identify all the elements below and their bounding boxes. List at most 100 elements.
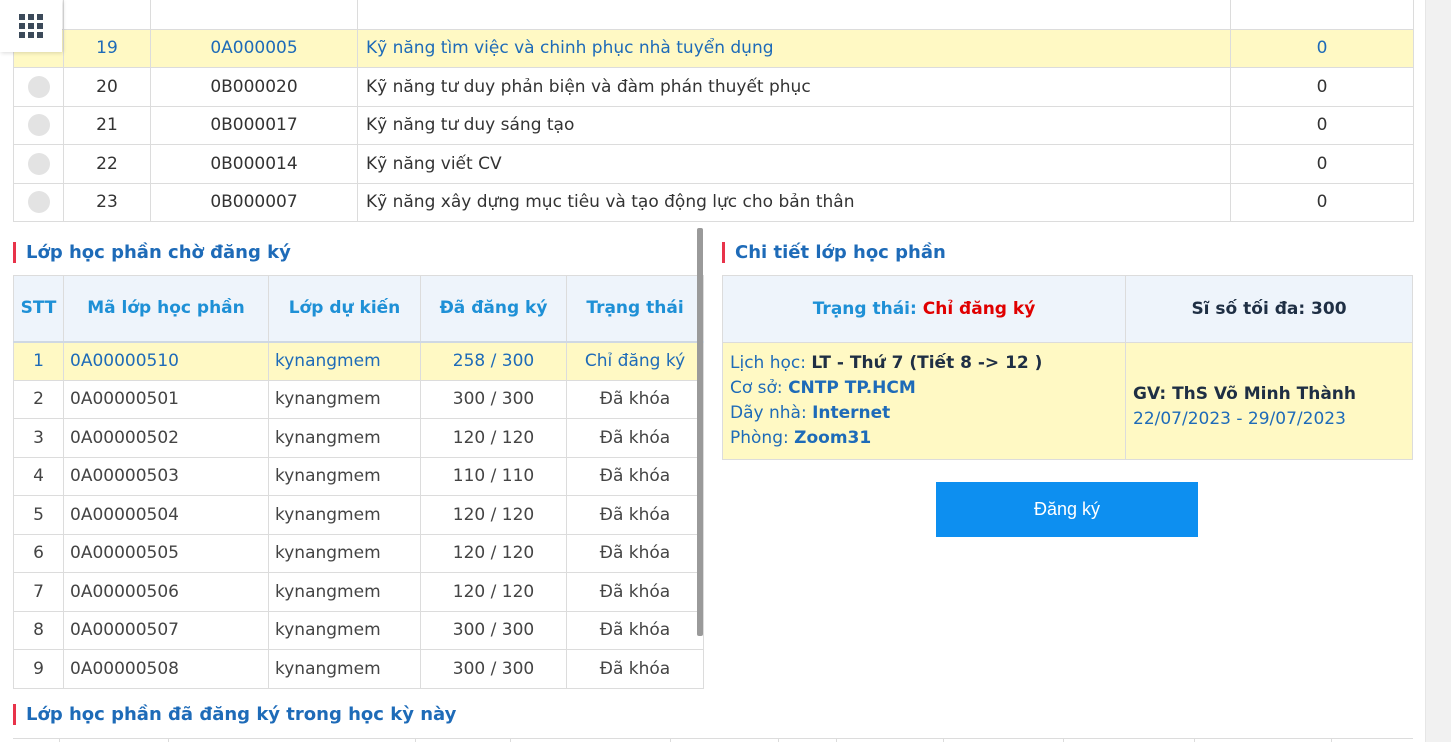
room-label: Phòng: bbox=[730, 428, 789, 448]
class-code: 0A00000507 bbox=[63, 610, 269, 650]
class-status: Đã khóa bbox=[566, 572, 704, 612]
class-expected: kynangmem bbox=[268, 495, 421, 535]
class-registered: 120 / 120 bbox=[420, 533, 567, 573]
subject-row[interactable]: 20 0B000020 Kỹ năng tư duy phản biện và đà… bbox=[13, 67, 1414, 107]
subject-row[interactable]: 22 0B000014 Kỹ năng viết CV 0 bbox=[13, 144, 1414, 184]
subject-row[interactable]: 19 0A000005 Kỹ năng tìm việc và chinh phục… bbox=[13, 28, 1414, 68]
class-stt: 6 bbox=[13, 533, 64, 573]
class-stt: 4 bbox=[13, 456, 64, 496]
radio-icon[interactable] bbox=[27, 114, 50, 137]
detail-status-label: Trạng thái: bbox=[812, 299, 917, 319]
class-code: 0A00000510 bbox=[63, 341, 269, 381]
class-stt: 2 bbox=[13, 379, 64, 419]
detail-status-value: Chỉ đăng ký bbox=[922, 299, 1036, 319]
campus-value: CNTP TP.HCM bbox=[788, 378, 916, 398]
subject-radio[interactable] bbox=[13, 105, 64, 145]
radio-icon[interactable] bbox=[27, 191, 50, 214]
subject-code: 0B000020 bbox=[150, 67, 358, 107]
class-detail-title: Chi tiết lớp học phần bbox=[722, 242, 946, 263]
class-status: Đã khóa bbox=[566, 456, 704, 496]
detail-info: Lịch học: LT - Thứ 7 (Tiết 8 -> 12 ) Cơ … bbox=[722, 342, 1126, 460]
subject-count: 0 bbox=[1230, 105, 1414, 145]
building-label: Dãy nhà: bbox=[730, 403, 807, 423]
class-stt: 9 bbox=[13, 649, 64, 689]
header-class-code: Mã lớp học phần bbox=[63, 275, 269, 343]
class-row[interactable]: 5 0A00000504 kynangmem 120 / 120 Đã khóa bbox=[13, 495, 704, 535]
registered-classes-title: Lớp học phần đã đăng ký trong học kỳ này bbox=[13, 704, 456, 725]
schedule-label: Lịch học: bbox=[730, 353, 806, 373]
subject-radio[interactable] bbox=[13, 67, 64, 107]
class-stt: 1 bbox=[13, 341, 64, 381]
subject-count: 0 bbox=[1230, 144, 1414, 184]
detail-status: Trạng thái: Chỉ đăng ký bbox=[722, 275, 1126, 343]
header-status: Trạng thái bbox=[566, 275, 704, 343]
class-row[interactable]: 2 0A00000501 kynangmem 300 / 300 Đã khóa bbox=[13, 379, 704, 419]
class-registered: 120 / 120 bbox=[420, 495, 567, 535]
registered-table-top-edge bbox=[13, 738, 1413, 742]
subject-name: Kỹ năng tìm việc và chinh phục nhà tuyển… bbox=[357, 28, 1231, 68]
class-stt: 5 bbox=[13, 495, 64, 535]
class-row[interactable]: 3 0A00000502 kynangmem 120 / 120 Đã khóa bbox=[13, 418, 704, 458]
detail-max-size: Sĩ số tối đa: 300 bbox=[1125, 275, 1413, 343]
class-stt: 7 bbox=[13, 572, 64, 612]
header-registered: Đã đăng ký bbox=[420, 275, 567, 343]
class-status: Đã khóa bbox=[566, 495, 704, 535]
class-row[interactable]: 1 0A00000510 kynangmem 258 / 300 Chỉ đăng ký bbox=[13, 341, 704, 381]
class-code: 0A00000504 bbox=[63, 495, 269, 535]
class-expected: kynangmem bbox=[268, 572, 421, 612]
class-expected: kynangmem bbox=[268, 379, 421, 419]
class-status: Đã khóa bbox=[566, 533, 704, 573]
class-code: 0A00000502 bbox=[63, 418, 269, 458]
class-code: 0A00000503 bbox=[63, 456, 269, 496]
class-code: 0A00000501 bbox=[63, 379, 269, 419]
class-registered: 258 / 300 bbox=[420, 341, 567, 381]
class-table-scrollbar[interactable] bbox=[697, 228, 703, 636]
class-status: Đã khóa bbox=[566, 379, 704, 419]
subject-row-partial bbox=[13, 0, 1414, 30]
subject-num: 21 bbox=[63, 105, 151, 145]
subject-row[interactable]: 21 0B000017 Kỹ năng tư duy sáng tạo 0 bbox=[13, 105, 1414, 145]
class-registered: 120 / 120 bbox=[420, 418, 567, 458]
subject-num: 20 bbox=[63, 67, 151, 107]
radio-icon[interactable] bbox=[27, 75, 50, 98]
class-row[interactable]: 7 0A00000506 kynangmem 120 / 120 Đã khóa bbox=[13, 572, 704, 612]
header-expected-class: Lớp dự kiến bbox=[268, 275, 421, 343]
register-button[interactable]: Đăng ký bbox=[936, 482, 1198, 537]
teacher-name: GV: ThS Võ Minh Thành bbox=[1133, 384, 1356, 404]
class-row[interactable]: 9 0A00000508 kynangmem 300 / 300 Đã khóa bbox=[13, 649, 704, 689]
class-status: Đã khóa bbox=[566, 649, 704, 689]
class-code: 0A00000505 bbox=[63, 533, 269, 573]
class-status: Đã khóa bbox=[566, 418, 704, 458]
class-code: 0A00000506 bbox=[63, 572, 269, 612]
subject-code: 0B000007 bbox=[150, 182, 358, 222]
class-registered: 300 / 300 bbox=[420, 379, 567, 419]
subject-code: 0A000005 bbox=[150, 28, 358, 68]
subject-row[interactable]: 23 0B000007 Kỹ năng xây dựng mục tiêu và t… bbox=[13, 182, 1414, 222]
class-registered: 300 / 300 bbox=[420, 610, 567, 650]
subject-table: 19 0A000005 Kỹ năng tìm việc và chinh phục… bbox=[13, 0, 1414, 222]
class-registered: 120 / 120 bbox=[420, 572, 567, 612]
subject-code: 0B000014 bbox=[150, 144, 358, 184]
subject-name: Kỹ năng tư duy sáng tạo bbox=[357, 105, 1231, 145]
menu-button[interactable] bbox=[0, 0, 62, 52]
class-row[interactable]: 4 0A00000503 kynangmem 110 / 110 Đã khóa bbox=[13, 456, 704, 496]
page-scrollbar[interactable] bbox=[1425, 0, 1451, 742]
class-dates: 22/07/2023 - 29/07/2023 bbox=[1133, 409, 1346, 429]
subject-radio[interactable] bbox=[13, 144, 64, 184]
class-expected: kynangmem bbox=[268, 610, 421, 650]
subject-radio[interactable] bbox=[13, 182, 64, 222]
subject-name: Kỹ năng xây dựng mục tiêu và tạo động lự… bbox=[357, 182, 1231, 222]
table-header-row: STT Mã lớp học phần Lớp dự kiến Đã đăng … bbox=[13, 275, 704, 343]
class-stt: 3 bbox=[13, 418, 64, 458]
schedule-value: LT - Thứ 7 (Tiết 8 -> 12 ) bbox=[811, 353, 1043, 373]
building-value: Internet bbox=[812, 403, 891, 423]
header-stt: STT bbox=[13, 275, 64, 343]
subject-name: Kỹ năng tư duy phản biện và đàm phán thu… bbox=[357, 67, 1231, 107]
subject-count: 0 bbox=[1230, 67, 1414, 107]
subject-name: Kỹ năng viết CV bbox=[357, 144, 1231, 184]
radio-icon[interactable] bbox=[27, 152, 50, 175]
class-row[interactable]: 6 0A00000505 kynangmem 120 / 120 Đã khóa bbox=[13, 533, 704, 573]
class-row[interactable]: 8 0A00000507 kynangmem 300 / 300 Đã khóa bbox=[13, 610, 704, 650]
detail-teacher-cell: GV: ThS Võ Minh Thành 22/07/2023 - 29/07… bbox=[1125, 342, 1413, 460]
room-value: Zoom31 bbox=[794, 428, 872, 448]
